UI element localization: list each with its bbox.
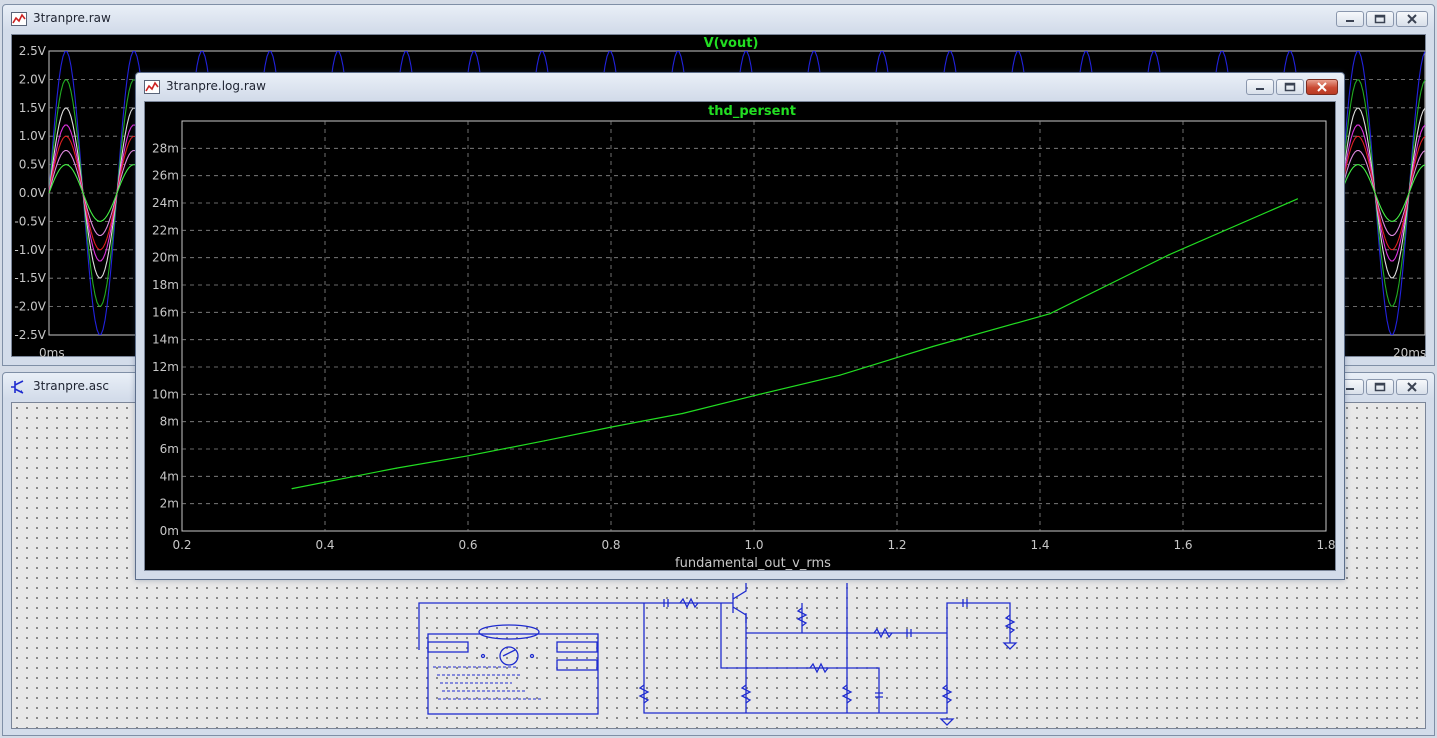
- thd-analyzer-block[interactable]: [427, 633, 599, 715]
- ground-symbol: [939, 718, 955, 726]
- maximize-button[interactable]: [1276, 79, 1304, 95]
- transistor-icon: [11, 380, 24, 394]
- close-icon: [1317, 82, 1327, 92]
- transient-y-tick-label: 1.0V: [19, 129, 47, 143]
- maximize-icon: [1374, 382, 1386, 392]
- x-tick-label: 0.2: [172, 538, 191, 552]
- log-titlebar[interactable]: 3tranpre.log.raw: [136, 73, 1344, 101]
- maximize-button[interactable]: [1366, 379, 1394, 395]
- y-tick-label: 20m: [152, 251, 179, 265]
- y-tick-label: 22m: [152, 223, 179, 237]
- thd-data-point: [467, 455, 469, 457]
- y-tick-label: 16m: [152, 305, 179, 319]
- output-port[interactable]: [556, 659, 598, 671]
- thd-data-point: [753, 395, 755, 397]
- transient-y-tick-label: 1.5V: [19, 101, 47, 115]
- maximize-icon: [1374, 14, 1386, 24]
- close-button[interactable]: [1396, 11, 1428, 27]
- schematic-wire: [418, 583, 1011, 714]
- minimize-icon: [1346, 20, 1354, 22]
- y-tick-label: 10m: [152, 387, 179, 401]
- maximize-button[interactable]: [1366, 11, 1394, 27]
- thd-data-point: [291, 488, 293, 490]
- maximize-icon: [1284, 82, 1296, 92]
- thd-data-point: [839, 374, 841, 376]
- transient-y-tick-label: 0.5V: [19, 158, 47, 172]
- y-tick-label: 12m: [152, 360, 179, 374]
- thd-plot-area[interactable]: thd_persent 0m 2m 4m 6m 8m 10m 12m 14m 16m 18m 20m…: [144, 101, 1336, 571]
- schematic-drawing[interactable]: [418, 583, 1018, 726]
- thd-data-point: [543, 440, 546, 442]
- transient-titlebar[interactable]: 3tranpre.raw: [3, 5, 1434, 33]
- transient-y-tick-label: 2.0V: [19, 72, 47, 86]
- analyzer-in-port[interactable]: [556, 641, 598, 653]
- transient-trace-label[interactable]: V(vout): [704, 36, 759, 51]
- window-title: 3tranpre.asc: [33, 379, 109, 393]
- x-tick-label: 1.0: [744, 538, 763, 552]
- y-tick-label: 2m: [160, 497, 179, 511]
- minimize-button[interactable]: [1246, 79, 1274, 95]
- x-tick-label: 0.8: [601, 538, 620, 552]
- thd-data-point: [1049, 313, 1051, 315]
- transient-y-tick-label: -0.5V: [14, 214, 46, 228]
- thd-data-point: [1168, 254, 1170, 256]
- y-tick-label: 24m: [152, 196, 179, 210]
- transient-y-tick-label: -1.0V: [14, 243, 46, 257]
- minimize-icon: [1346, 388, 1354, 390]
- close-icon: [1407, 382, 1417, 392]
- transient-y-tick-label: -1.5V: [14, 271, 46, 285]
- close-icon: [1407, 14, 1417, 24]
- x-tick-label: 1.2: [887, 538, 906, 552]
- thd-analyzer-meter: [499, 646, 519, 666]
- x-tick-label: 1.6: [1173, 538, 1192, 552]
- transient-y-tick-label: -2.0V: [14, 300, 46, 314]
- x-tick-label: 0.4: [315, 538, 334, 552]
- thd-data-point: [932, 345, 934, 348]
- x-tick-label: 0.6: [458, 538, 477, 552]
- y-tick-label: 18m: [152, 278, 179, 292]
- y-tick-label: 0m: [160, 524, 179, 538]
- y-tick-label: 4m: [160, 469, 179, 483]
- thd-series-line[interactable]: [291, 198, 1298, 490]
- transient-y-tick-label: -2.5V: [14, 328, 46, 342]
- close-button[interactable]: [1306, 79, 1338, 95]
- log-plot-window[interactable]: 3tranpre.log.raw thd_persent 0m 2m 4m 6m 8m 1…: [135, 72, 1345, 580]
- chart-title[interactable]: thd_persent: [708, 104, 796, 119]
- plot-frame: [181, 120, 1327, 532]
- waveform-icon: [144, 80, 160, 94]
- thd-data-point: [610, 426, 612, 428]
- transistor-q1[interactable]: [732, 583, 747, 623]
- y-tick-label: 8m: [160, 415, 179, 429]
- transient-x-start-label: 0ms: [39, 346, 65, 358]
- minimize-button[interactable]: [1336, 11, 1364, 27]
- transient-x-end-label: 20ms: [1393, 346, 1426, 358]
- window-title: 3tranpre.log.raw: [166, 79, 266, 93]
- x-tick-label: 1.4: [1030, 538, 1049, 552]
- y-tick-label: 14m: [152, 333, 179, 347]
- generator-out-port[interactable]: [427, 641, 469, 653]
- thd-data-point: [1296, 198, 1298, 200]
- x-axis-label: fundamental_out_v_rms: [675, 556, 831, 571]
- x-tick-label: 1.8: [1316, 538, 1335, 552]
- y-tick-label: 28m: [152, 141, 179, 155]
- thd-data-point: [395, 467, 398, 469]
- thd-data-point: [681, 412, 684, 415]
- minimize-icon: [1256, 88, 1264, 90]
- y-tick-label: 6m: [160, 442, 179, 456]
- transient-y-tick-label: 0.0V: [19, 186, 47, 200]
- y-tick-label: 26m: [152, 169, 179, 183]
- close-button[interactable]: [1396, 379, 1428, 395]
- thd-analyzer-display: [478, 624, 540, 640]
- transient-y-tick-label: 2.5V: [19, 44, 47, 58]
- waveform-icon: [11, 12, 27, 26]
- window-title: 3tranpre.raw: [33, 11, 111, 25]
- ground-symbol: [1002, 642, 1018, 650]
